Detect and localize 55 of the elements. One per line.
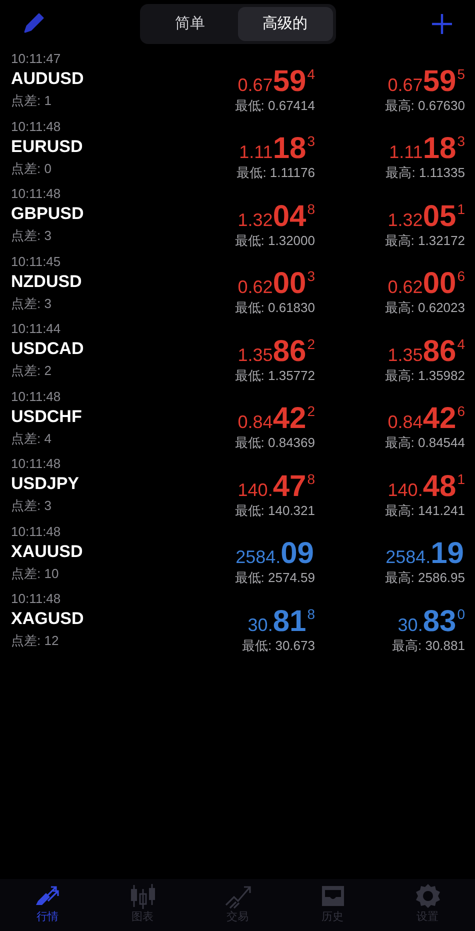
- spread: 点差: 4: [11, 430, 52, 448]
- candlestick-icon: [128, 883, 156, 909]
- low-price: 最低: 1.35772: [234, 366, 315, 384]
- trend-arrow-icon: [224, 883, 252, 909]
- symbol: NZDUSD: [11, 270, 83, 292]
- spread: 点差: 2: [11, 362, 52, 380]
- quote-time: 10:11:44: [11, 320, 62, 337]
- settings-icon: [414, 883, 442, 909]
- high-price: 最高: 30.881: [392, 636, 465, 654]
- spread: 点差: 1: [11, 92, 52, 110]
- high-price: 最高: 1.11335: [386, 164, 465, 181]
- quote-time: 10:11:48: [11, 522, 62, 540]
- price: 2584.19: [386, 537, 465, 569]
- symbol: USDCHF: [11, 406, 83, 428]
- price: 2584.09: [236, 537, 315, 569]
- spread: 点差: 0: [11, 160, 52, 178]
- symbol: USDCAD: [11, 338, 85, 360]
- quote-time: 10:11:48: [11, 455, 62, 472]
- high-price: 最高: 2586.95: [384, 569, 465, 586]
- spread: 点差: 12: [11, 632, 60, 650]
- high-price: 最高: 0.67630: [384, 96, 465, 114]
- low-price: 最低: 140.321: [234, 502, 315, 518]
- low-price: 最低: 0.84369: [234, 434, 315, 451]
- tab-bar-item[interactable]: 行情: [0, 879, 95, 931]
- low-price: 最低: 0.61830: [234, 299, 315, 316]
- symbol: GBPUSD: [11, 203, 85, 225]
- low-price: 最低: 30.673: [242, 636, 315, 654]
- quote-time: 10:11:48: [11, 185, 62, 202]
- high-price: 最高: 1.35982: [384, 366, 465, 384]
- add-icon[interactable]: [431, 13, 453, 35]
- high-price: 最高: 141.241: [384, 502, 465, 518]
- low-price: 最低: 1.32000: [234, 232, 315, 248]
- high-price: 最高: 0.84544: [384, 434, 465, 451]
- low-price: 最低: 1.11176: [236, 164, 315, 181]
- segment-tab[interactable]: 高级的: [238, 7, 332, 41]
- symbol: XAGUSD: [11, 608, 85, 630]
- low-price: 最低: 0.67414: [234, 96, 315, 114]
- symbol: EURUSD: [11, 136, 84, 158]
- edit-icon[interactable]: [22, 13, 44, 35]
- quote-time: 10:11:48: [11, 388, 62, 404]
- high-price: 最高: 0.62023: [384, 299, 465, 316]
- symbol: AUDUSD: [11, 68, 85, 90]
- spread: 点差: 10: [11, 564, 60, 582]
- quote-time: 10:11:47: [11, 50, 62, 67]
- spread: 点差: 3: [11, 294, 52, 312]
- spread: 点差: 3: [11, 497, 52, 515]
- low-price: 最低: 2574.59: [234, 569, 315, 586]
- quote-time: 10:11:48: [11, 590, 62, 607]
- symbol: USDJPY: [11, 473, 80, 495]
- symbol: XAUUSD: [11, 540, 84, 562]
- spread: 点差: 3: [11, 227, 52, 245]
- quote-time: 10:11:45: [11, 252, 62, 270]
- segment-tab[interactable]: 简单: [142, 7, 238, 41]
- quote-time: 10:11:48: [11, 118, 62, 134]
- high-price: 最高: 1.32172: [384, 232, 465, 248]
